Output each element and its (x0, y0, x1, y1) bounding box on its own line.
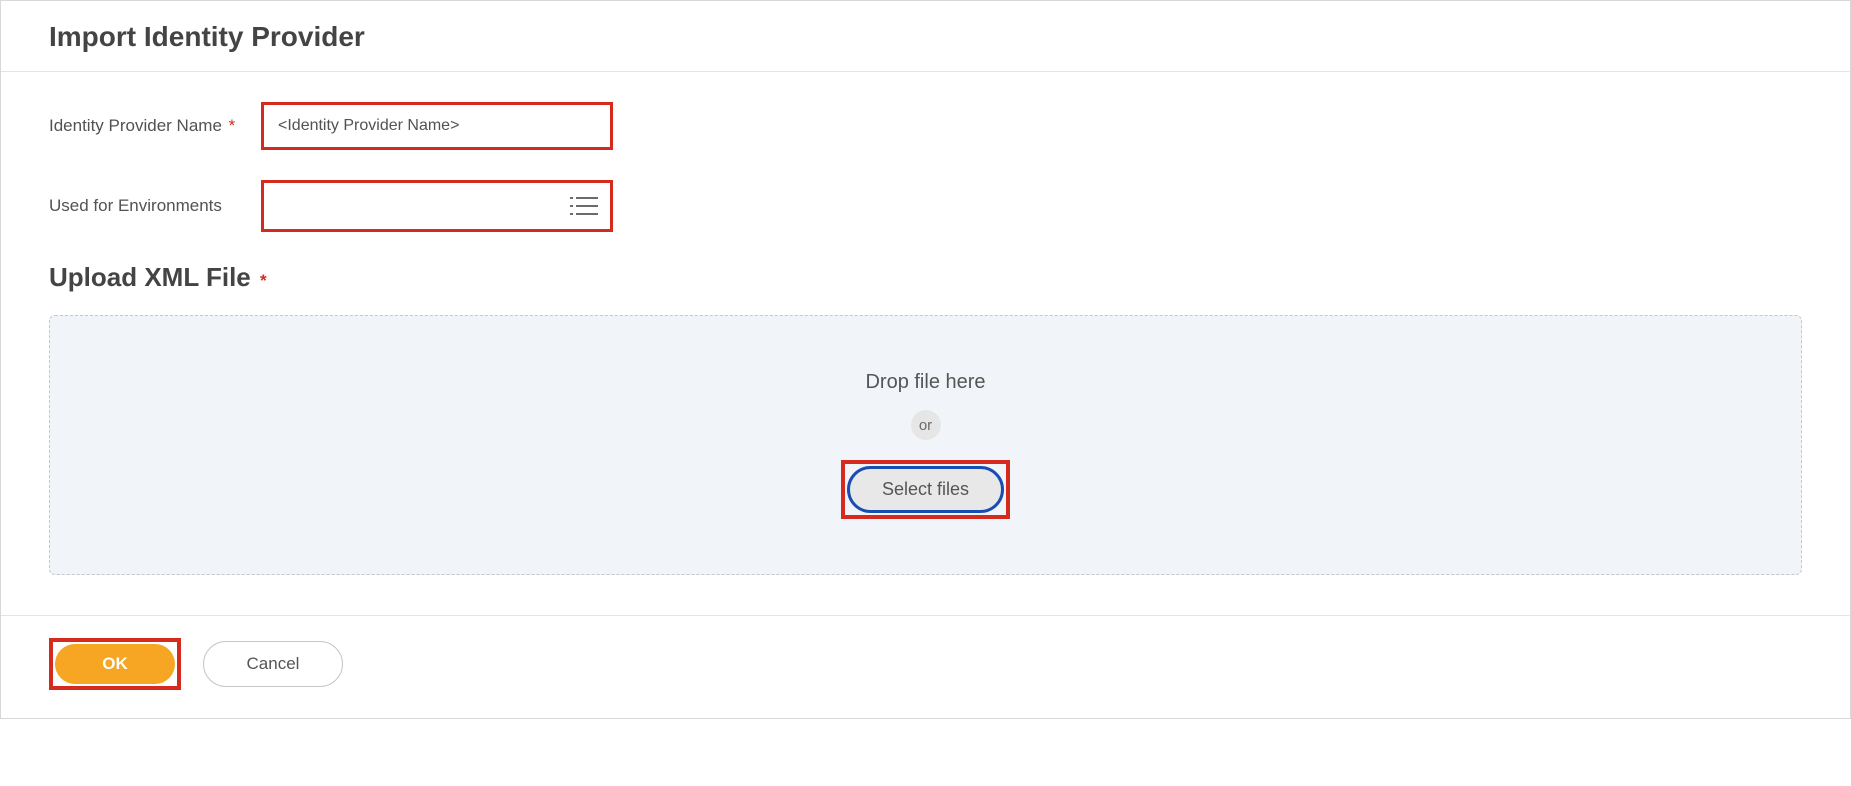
label-identity-provider-name: Identity Provider Name * (49, 116, 261, 136)
row-identity-provider-name: Identity Provider Name * (49, 102, 1802, 150)
identity-provider-name-input[interactable] (264, 105, 610, 147)
used-for-environments-input[interactable] (264, 183, 610, 229)
highlight-name-input (261, 102, 613, 150)
row-used-for-environments: Used for Environments (49, 180, 1802, 232)
dialog-container: Import Identity Provider Identity Provid… (0, 0, 1851, 719)
highlight-select-files: Select files (841, 460, 1010, 519)
dialog-footer: OK Cancel (1, 615, 1850, 718)
cancel-button[interactable]: Cancel (203, 641, 343, 687)
select-files-button[interactable]: Select files (847, 466, 1004, 513)
highlight-ok-button: OK (49, 638, 181, 690)
page-title: Import Identity Provider (49, 21, 1802, 53)
highlight-env-input (261, 180, 613, 232)
file-drop-zone[interactable]: Drop file here or Select files (49, 315, 1802, 575)
dialog-header: Import Identity Provider (1, 1, 1850, 72)
heading-text: Upload XML File (49, 262, 251, 292)
dialog-content: Identity Provider Name * Used for Enviro… (1, 72, 1850, 615)
list-picker-icon[interactable] (576, 197, 598, 215)
or-separator: or (911, 410, 941, 440)
required-indicator: * (229, 116, 236, 135)
drop-hint-text: Drop file here (865, 371, 985, 394)
ok-button[interactable]: OK (55, 644, 175, 684)
label-used-for-environments: Used for Environments (49, 196, 261, 216)
label-text: Used for Environments (49, 196, 222, 215)
required-indicator: * (260, 271, 267, 290)
upload-section-heading: Upload XML File * (49, 262, 1802, 293)
label-text: Identity Provider Name (49, 116, 222, 135)
